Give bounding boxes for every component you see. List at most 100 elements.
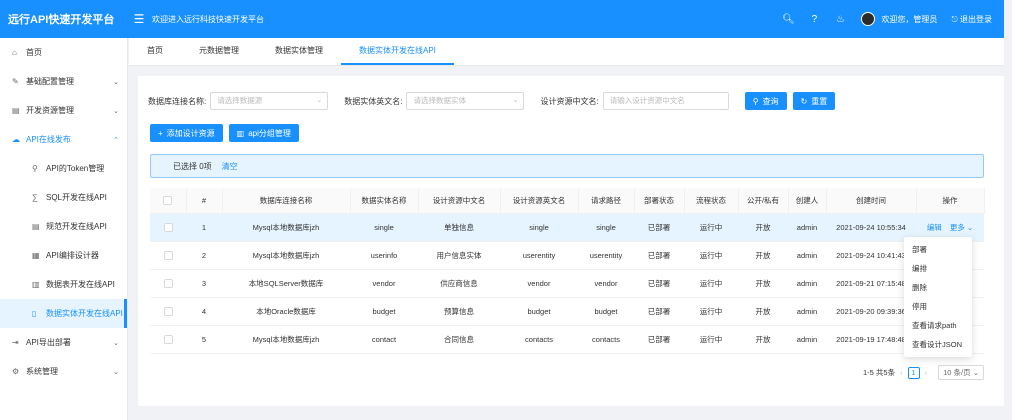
menu-item-view-json[interactable]: 查看设计JSON	[904, 335, 972, 354]
table-row[interactable]: 3 本地SQLServer数据库 vendor 供应商信息 vendor vendor 已部…	[150, 269, 984, 298]
sidebar-item-dev-resources[interactable]: ▤ 开发资源管理 ⌄	[0, 96, 127, 125]
more-link[interactable]: 更多 ⌄	[950, 223, 973, 232]
tab-metadata[interactable]: 元数据管理	[181, 37, 257, 65]
select-all-cell[interactable]	[150, 188, 187, 214]
sidebar-subitem-token[interactable]: ⚲ API的Token管理	[0, 154, 127, 183]
tab-home[interactable]: 首页	[129, 37, 181, 65]
table-row[interactable]: 1 Mysql本地数据库jzh single 单独信息 single single 已部署运…	[150, 213, 984, 242]
table-header-row: # 数据库连接名称 数据实体名称 设计资源中文名 设计资源英文名 请求路径 部署…	[150, 188, 985, 214]
action-bar: + 添加设计资源 ▥ api分组管理	[150, 124, 305, 142]
edit-link[interactable]: 编辑	[927, 223, 942, 232]
entity-select[interactable]: 请选择数据实体 ⌄	[406, 92, 525, 110]
chevron-down-icon: ⌄	[113, 368, 119, 376]
chevron-down-icon: ⌄	[113, 78, 119, 86]
column-header: 操作	[916, 188, 985, 214]
chevron-up-icon: ⌃	[113, 136, 119, 144]
search-form: 数据库连接名称: 请选择数据源 ⌄ 数据实体英文名: 请选择数据实体 ⌄ 设计资源中…	[148, 92, 841, 110]
row-checkbox[interactable]	[163, 306, 173, 316]
sidebar-subitem-table-dev[interactable]: ▥ 数据表开发在线API	[0, 270, 127, 299]
select-all-checkbox[interactable]	[163, 196, 173, 205]
chevron-down-icon: ⌄	[512, 97, 519, 104]
welcome-text: 欢迎进入远行科技快速开发平台	[152, 14, 264, 24]
row-checkbox[interactable]	[163, 250, 173, 260]
column-header: 流程状态	[684, 188, 739, 214]
reset-button[interactable]: ↻ 重置	[792, 92, 836, 110]
cell-creator: admin	[788, 241, 826, 270]
key-icon: ⚲	[32, 164, 38, 173]
row-select-cell[interactable]	[150, 213, 186, 242]
api-group-button[interactable]: ▥ api分组管理	[228, 124, 299, 142]
menu-toggle-icon[interactable]: ☰	[128, 12, 150, 26]
cell-creator: admin	[788, 325, 826, 354]
menu-item-deploy[interactable]: 部署	[904, 240, 972, 259]
cell-path: contacts	[578, 325, 634, 354]
cn-name-input[interactable]: 请输入设计资源中文名	[602, 92, 729, 110]
sidebar-subitem-entity-dev[interactable]: ▯ 数据实体开发在线API	[0, 299, 127, 328]
row-checkbox[interactable]	[163, 334, 173, 344]
sidebar-item-home[interactable]: ⌂ 首页	[0, 38, 127, 67]
page-number-current[interactable]: 1	[907, 366, 920, 379]
db-select[interactable]: 请选择数据源 ⌄	[210, 92, 329, 110]
table-row[interactable]: 5 Mysql本地数据库jzh contact 合同信息 contacts contact…	[150, 325, 984, 354]
search-icon[interactable]: 🔍︎	[775, 14, 801, 25]
tab-entity-api-dev[interactable]: 数据实体开发在线API	[341, 37, 454, 65]
cell-path: vendor	[578, 269, 634, 298]
cell-cn: 单独信息	[418, 213, 500, 242]
sidebar-subitem-sql[interactable]: ∑ SQL开发在线API	[0, 183, 127, 212]
menu-item-view-path[interactable]: 查看请求path	[904, 316, 972, 335]
add-resource-button[interactable]: + 添加设计资源	[150, 124, 223, 142]
sidebar-subitem-spec[interactable]: ▤ 规范开发在线API	[0, 212, 127, 241]
menu-item-orchestrate[interactable]: 编排	[904, 259, 972, 278]
tab-entity-management[interactable]: 数据实体管理	[257, 37, 341, 65]
avatar[interactable]	[861, 12, 876, 26]
cell-flow: 运行中	[684, 325, 738, 354]
clear-selection-link[interactable]: 清空	[222, 161, 238, 172]
row-select-cell[interactable]	[150, 269, 186, 298]
resource-table: # 数据库连接名称 数据实体名称 设计资源中文名 设计资源英文名 请求路径 部署…	[150, 188, 985, 354]
user-greeting[interactable]: 欢迎您，管理员	[881, 14, 937, 25]
cell-time: 2021-09-21 07:15:48	[826, 269, 916, 298]
row-checkbox[interactable]	[163, 222, 173, 232]
cell-entity: budget	[350, 297, 418, 326]
grid-icon: ▦	[32, 251, 40, 260]
column-header: 设计资源中文名	[418, 188, 501, 214]
next-page-icon[interactable]: ›	[925, 368, 928, 377]
menu-item-delete[interactable]: 删除	[904, 278, 972, 297]
cell-public: 开放	[738, 213, 788, 242]
cell-en: contacts	[500, 325, 578, 354]
menu-item-disable[interactable]: 停用	[904, 297, 972, 316]
table-row[interactable]: 4 本地Oracle数据库 budget 预算信息 budget budget 已部署 运行中…	[150, 297, 984, 326]
plus-icon: +	[158, 128, 163, 138]
cell-db: 本地SQLServer数据库	[222, 269, 350, 298]
sidebar-item-label: SQL开发在线API	[46, 193, 107, 202]
sidebar-item-api-export[interactable]: ⇥ API导出部署 ⌄	[0, 328, 127, 357]
sidebar-item-label: 基础配置管理	[26, 77, 74, 86]
selection-alert: 已选择 0项 清空	[150, 154, 984, 178]
cell-flow: 运行中	[684, 297, 738, 326]
row-select-cell[interactable]	[150, 241, 186, 270]
document-icon: ▤	[12, 106, 20, 115]
row-checkbox[interactable]	[163, 278, 173, 288]
sidebar-item-system[interactable]: ⚙ 系统管理 ⌄	[0, 357, 127, 386]
query-label: 查询	[762, 96, 779, 106]
logout-icon: ⎋	[951, 14, 960, 24]
query-button[interactable]: ⚲ 查询	[744, 92, 787, 110]
group-icon: ▥	[236, 128, 245, 138]
cell-time: 2021-09-24 10:55:34	[826, 213, 916, 242]
sidebar-item-label: 数据表开发在线API	[46, 280, 115, 289]
logout-button[interactable]: ⎋ 退出登录	[951, 14, 992, 25]
row-select-cell[interactable]	[150, 297, 186, 326]
sidebar-item-label: 数据实体开发在线API	[46, 309, 123, 318]
sidebar-subitem-orchestrator[interactable]: ▦ API编排设计器	[0, 241, 127, 270]
page-size-select[interactable]: 10 条/页 ⌄	[938, 365, 984, 380]
cell-flow: 运行中	[684, 213, 738, 242]
sidebar-item-basic-config[interactable]: ✎ 基础配置管理 ⌄	[0, 67, 127, 96]
cell-deploy: 已部署	[634, 213, 684, 242]
cell-cn: 合同信息	[418, 325, 500, 354]
row-select-cell[interactable]	[150, 325, 186, 354]
prev-page-icon[interactable]: ‹	[900, 368, 903, 377]
bell-icon[interactable]: ♨	[827, 14, 853, 25]
table-row[interactable]: 2 Mysql本地数据库jzh userinfo 用户信息实体 userentity us…	[150, 241, 984, 270]
sidebar-item-api-publish[interactable]: ☁ API在线发布 ⌃	[0, 125, 127, 154]
help-icon[interactable]: ?	[801, 14, 827, 25]
